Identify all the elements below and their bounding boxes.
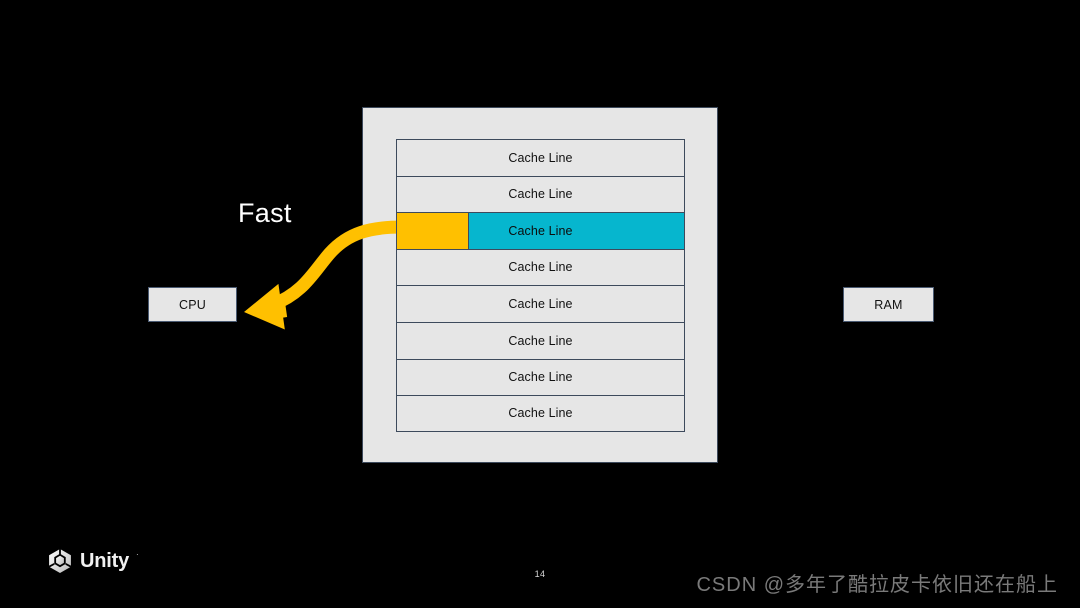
csdn-watermark: CSDN @多年了酷拉皮卡依旧还在船上	[696, 574, 1058, 596]
cache-line-row-highlighted: Cache Line	[396, 212, 685, 250]
cache-line-label: Cache Line	[508, 150, 573, 165]
ram-label: RAM	[874, 297, 903, 312]
cache-line-label: Cache Line	[508, 187, 573, 202]
cache-line-row: Cache Line	[396, 358, 685, 396]
cache-line-row: Cache Line	[396, 395, 685, 432]
cache-line-row: Cache Line	[396, 139, 685, 176]
slide-canvas: Cache Line Cache Line Cache Line Cache L…	[0, 0, 1080, 608]
cache-line-row: Cache Line	[396, 175, 685, 213]
cache-line-data-segment	[396, 212, 469, 250]
fast-transfer-arrow-icon	[244, 220, 403, 330]
cache-panel: Cache Line Cache Line Cache Line Cache L…	[362, 107, 718, 463]
cache-line-row: Cache Line	[396, 285, 685, 322]
unity-trademark: ·	[136, 550, 139, 559]
cache-line-label: Cache Line	[508, 406, 573, 421]
unity-wordmark: Unity	[80, 550, 130, 572]
cache-line-label: Cache Line	[508, 370, 573, 385]
cache-line-label: Cache Line	[508, 333, 573, 348]
cache-line-stack: Cache Line Cache Line Cache Line Cache L…	[396, 139, 685, 432]
cache-line-row: Cache Line	[396, 321, 685, 359]
cpu-box: CPU	[148, 287, 237, 322]
cache-line-label: Cache Line	[508, 260, 573, 275]
cpu-label: CPU	[179, 297, 206, 312]
cache-line-label: Cache Line	[508, 223, 573, 238]
ram-box: RAM	[843, 287, 934, 322]
cache-line-label: Cache Line	[508, 296, 573, 311]
cache-line-row: Cache Line	[396, 248, 685, 286]
